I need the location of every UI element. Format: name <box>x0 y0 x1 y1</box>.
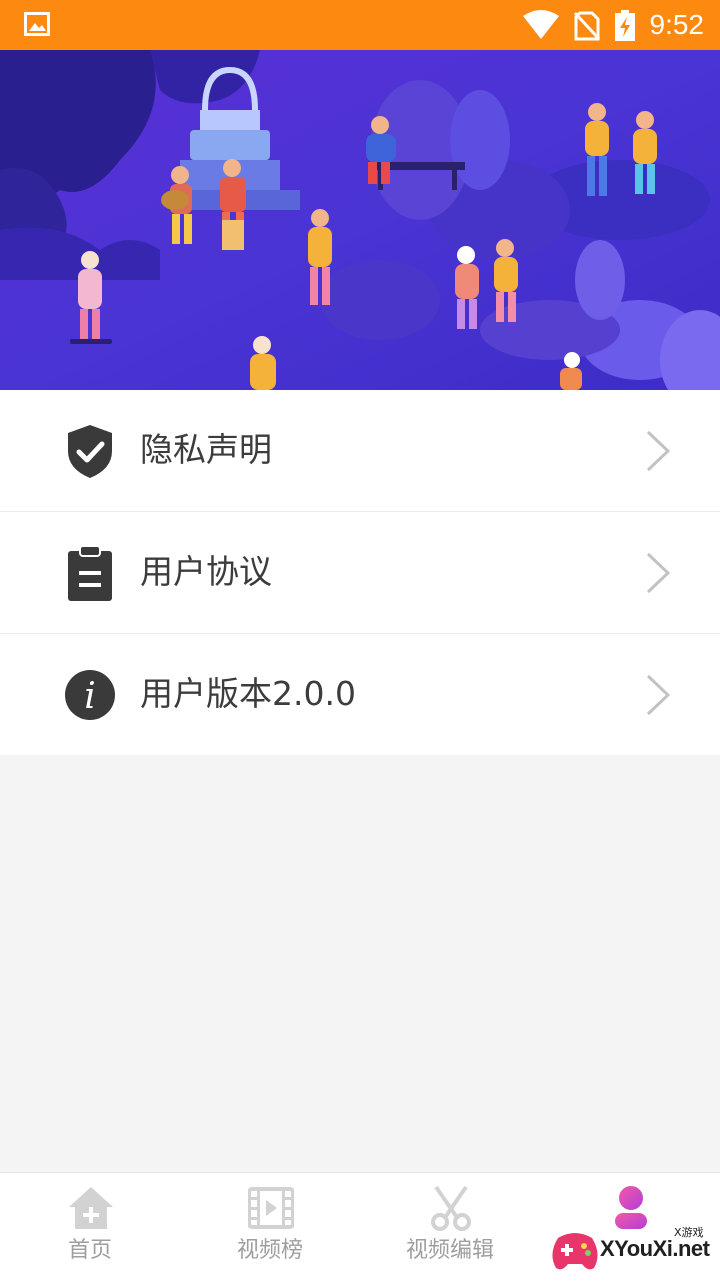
shield-check-icon <box>68 425 112 478</box>
privacy-statement-row[interactable]: 隐私声明 <box>0 390 720 512</box>
menu-item-label: 用户协议 <box>140 552 272 591</box>
tab-home[interactable]: 首页 <box>0 1173 180 1281</box>
chevron-right-icon <box>646 430 670 472</box>
watermark-text: XYouXi.net <box>600 1236 710 1261</box>
tab-video-ranking[interactable]: 视频榜 <box>180 1173 360 1281</box>
tab-label: 视频榜 <box>236 1238 303 1263</box>
status-bar: 9:52 <box>0 0 720 50</box>
chevron-right-icon <box>646 674 670 716</box>
tab-label: 首页 <box>67 1238 112 1263</box>
wifi-icon <box>523 10 559 39</box>
no-sim-icon <box>574 11 600 41</box>
info-icon: i <box>65 670 115 720</box>
svg-text:i: i <box>84 676 96 717</box>
home-icon <box>69 1187 113 1229</box>
user-agreement-row[interactable]: 用户协议 <box>0 512 720 634</box>
park-party-illustration <box>0 50 720 390</box>
chevron-right-icon <box>646 552 670 594</box>
tab-label: 视频编辑 <box>405 1238 494 1263</box>
menu-item-label: 用户版本2.0.0 <box>140 674 356 713</box>
scissors-icon <box>431 1185 471 1231</box>
status-time: 9:52 <box>649 9 705 40</box>
header-banner <box>0 50 720 390</box>
user-version-row[interactable]: i 用户版本2.0.0 <box>0 634 720 755</box>
film-icon <box>248 1187 294 1229</box>
menu-item-label: 隐私声明 <box>140 430 272 469</box>
clipboard-icon <box>68 545 112 601</box>
site-watermark: X游戏 XYouXi.net <box>548 1222 718 1278</box>
settings-menu: 隐私声明 用户协议 i 用户版本2.0.0 <box>0 390 720 755</box>
image-icon <box>24 12 50 36</box>
battery-charging-icon <box>615 10 635 41</box>
gamepad-logo-icon <box>552 1233 598 1270</box>
tab-video-edit[interactable]: 视频编辑 <box>360 1173 540 1281</box>
